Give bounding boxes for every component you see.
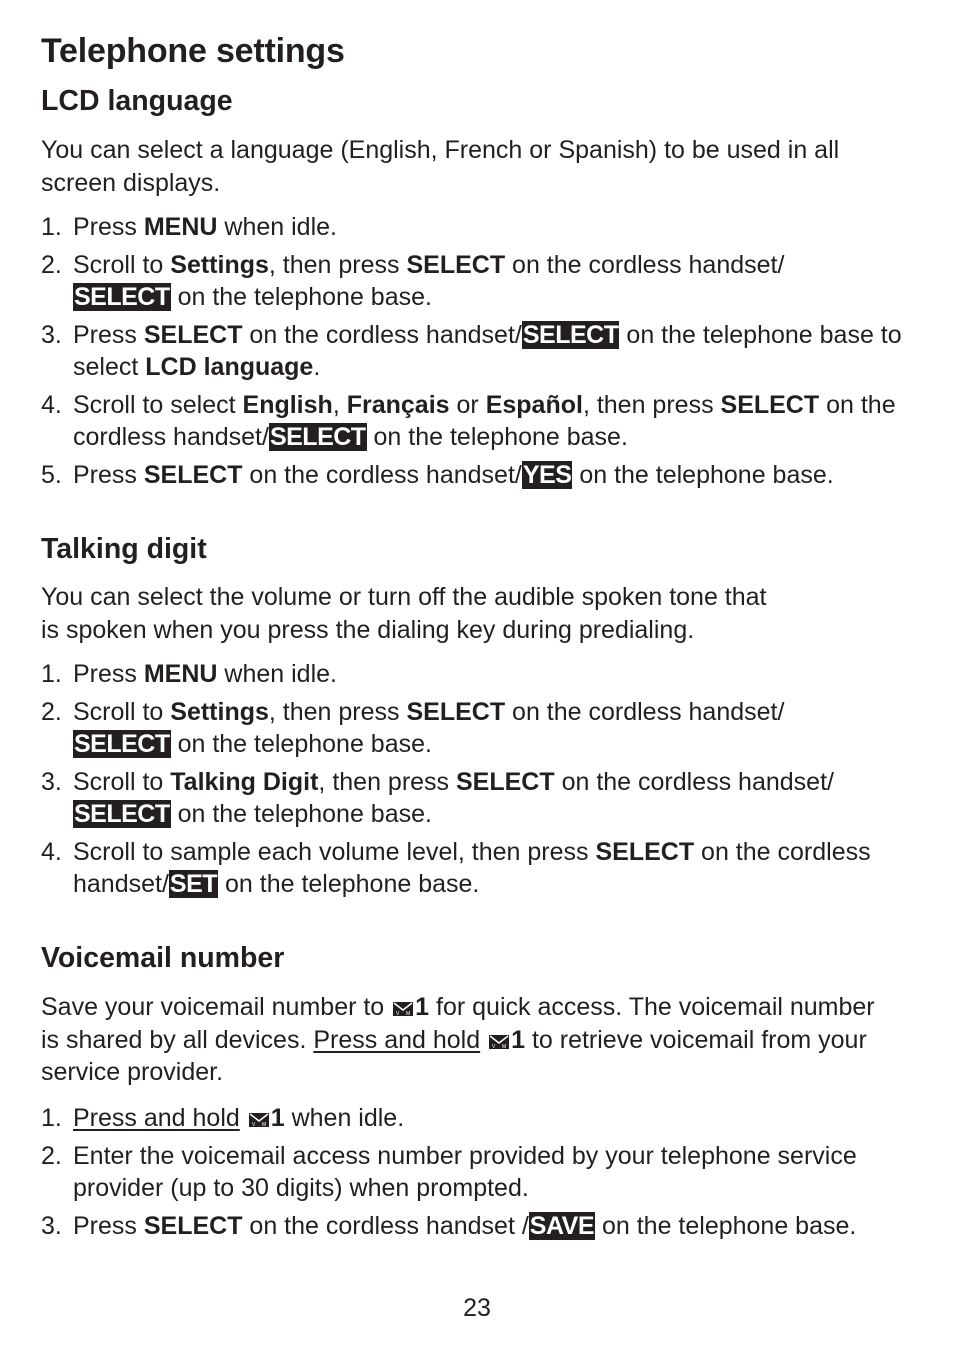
base-key-label: SELECT: [73, 800, 171, 828]
base-key-label: SELECT: [73, 283, 171, 311]
list-item: 2. Scroll to Settings, then press SELECT …: [41, 698, 785, 758]
section-title-voicemail-number: Voicemail number: [41, 942, 285, 974]
voicemail-steps: 1. Press and hold VM1 when idle. 2. Enter …: [41, 1102, 931, 1248]
list-item: 1. Press and hold VM1 when idle.: [41, 1104, 405, 1132]
talking-digit-intro: You can select the volume or turn off th…: [41, 583, 767, 644]
list-item: 3. Scroll to Talking Digit, then press SE…: [41, 768, 834, 828]
page-number: 23: [463, 1294, 491, 1322]
base-key-label: SET: [168, 870, 219, 898]
list-item: 5. Press SELECT on the cordless handset/Y…: [41, 461, 834, 489]
base-key-label: SELECT: [521, 321, 620, 349]
page-title: Telephone settings: [41, 32, 345, 70]
svg-text:M: M: [406, 1011, 410, 1016]
base-key-label: YES: [521, 461, 573, 489]
voicemail-envelope-icon: VM: [489, 1034, 510, 1049]
list-item: 2. Scroll to Settings, then press SELECT …: [41, 251, 785, 311]
svg-text:M: M: [502, 1044, 506, 1049]
talking-digit-steps: 1. Press MENU when idle. 2. Scroll to Sett…: [41, 658, 931, 906]
voicemail-envelope-icon: VM: [393, 1002, 414, 1016]
base-key-label: SELECT: [73, 730, 171, 758]
list-item: 3. Press SELECT on the cordless handset /…: [41, 1212, 857, 1240]
lcd-language-intro: You can select a language (English, Fren…: [41, 136, 840, 197]
list-item: 4. Scroll to sample each volume level, th…: [41, 838, 871, 898]
list-item: 1. Press MENU when idle.: [41, 660, 337, 688]
base-key-label: SELECT: [268, 423, 367, 451]
base-key-label: SAVE: [528, 1212, 596, 1240]
list-item: 3. Press SELECT on the cordless handset/S…: [41, 321, 902, 381]
svg-text:M: M: [262, 1122, 266, 1127]
list-item: 4. Scroll to select English, Français or …: [41, 391, 896, 451]
list-item: 2. Enter the voicemail access number prov…: [41, 1142, 857, 1202]
voicemail-envelope-icon: VM: [248, 1113, 269, 1127]
section-title-lcd-language: LCD language: [41, 85, 233, 117]
section-title-talking-digit: Talking digit: [41, 533, 207, 565]
lcd-language-steps: 1. Press MENU when idle. 2. Scroll to Sett…: [41, 211, 931, 497]
voicemail-intro: Save your voicemail number to VM1 for qu…: [41, 993, 875, 1086]
list-item: 1. Press MENU when idle.: [41, 213, 337, 241]
